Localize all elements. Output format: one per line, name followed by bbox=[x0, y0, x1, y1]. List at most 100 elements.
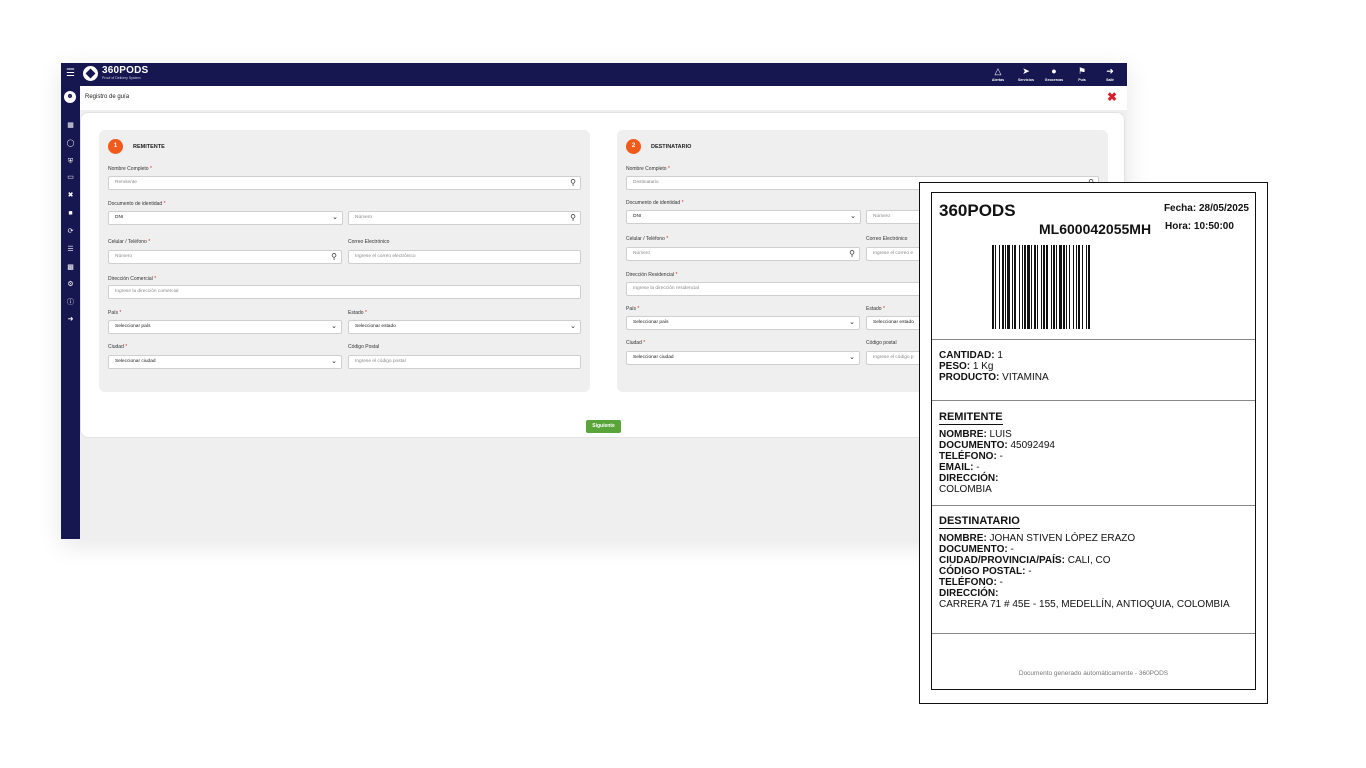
sender-address-label: Dirección Comercial * bbox=[108, 276, 157, 282]
barcode-bar bbox=[1073, 245, 1074, 329]
sender-heading: REMITENTE bbox=[939, 411, 1003, 425]
barcode-bar bbox=[1069, 245, 1070, 329]
sender-doc-label: Documento de identidad * bbox=[108, 201, 166, 207]
sender-country-select[interactable]: Seleccionar país ⌄ bbox=[108, 320, 342, 334]
logout-button[interactable]: ➜ Salir bbox=[1099, 65, 1121, 83]
map-pin-icon: ● bbox=[1051, 66, 1057, 76]
sender-state-select[interactable]: Seleccionar estado ⌄ bbox=[348, 320, 581, 334]
barcode-bar bbox=[1031, 245, 1032, 329]
top-actions: △ Alertas ➤ Servicios ● Geocercas ⚑ Puis… bbox=[987, 65, 1121, 83]
sender-phone-row: TELÉFONO: - bbox=[939, 451, 1003, 462]
search-icon[interactable]: ⚲ bbox=[849, 248, 855, 260]
dashboard-icon[interactable]: ▦ bbox=[65, 120, 76, 131]
info-icon[interactable]: ⓘ bbox=[65, 297, 76, 308]
recipient-city-select[interactable]: Seleccionar ciudad ⌄ bbox=[626, 351, 860, 365]
map-icon[interactable]: ▩ bbox=[65, 262, 76, 273]
sender-doc-type-select[interactable]: DNI ⌄ bbox=[108, 211, 343, 225]
recipient-phone-input[interactable]: Número ⚲ bbox=[626, 247, 860, 261]
chevron-down-icon: ⌄ bbox=[332, 214, 338, 221]
step-number: 2 bbox=[626, 139, 641, 154]
quantity-row: CANTIDAD: 1 bbox=[939, 350, 1003, 361]
barcode-bar bbox=[1041, 245, 1042, 329]
gear-icon[interactable]: ⚙ bbox=[65, 279, 76, 290]
sender-doc-number-input[interactable]: Número ⚲ bbox=[348, 211, 581, 225]
search-icon[interactable]: ⚲ bbox=[570, 212, 576, 224]
barcode-bar bbox=[995, 245, 996, 329]
chevron-down-icon: ⌄ bbox=[849, 354, 855, 361]
package-info: CANTIDAD: 1 PESO: 1 Kg PRODUCTO: VITAMIN… bbox=[939, 350, 1049, 383]
barcode-bar bbox=[1051, 245, 1052, 329]
recipient-doc-label: Documento de identidad * bbox=[626, 200, 684, 206]
step-title: DESTINATARIO bbox=[651, 143, 692, 150]
next-button[interactable]: Siguiente bbox=[586, 420, 621, 433]
search-icon[interactable]: ⚲ bbox=[570, 177, 576, 189]
chevron-down-icon: ⌄ bbox=[570, 323, 576, 330]
close-icon[interactable]: ✖ bbox=[1107, 90, 1117, 104]
monitor-icon[interactable]: ▭ bbox=[65, 172, 76, 183]
recipient-address-label: Dirección Residencial * bbox=[626, 272, 678, 278]
barcode-bar bbox=[1005, 245, 1006, 329]
brand-logo[interactable]: 360PODS Proof of Delivery System bbox=[83, 66, 148, 81]
barcode-bar bbox=[1002, 245, 1004, 329]
sender-phone-input[interactable]: Número ⚲ bbox=[108, 250, 342, 264]
barcode-bar bbox=[1019, 245, 1020, 329]
shield-icon[interactable]: ⛨ bbox=[65, 156, 76, 167]
sender-address-value: COLOMBIA bbox=[939, 484, 992, 495]
label-brand: 360PODS bbox=[939, 201, 1016, 220]
services-button[interactable]: ➤ Servicios bbox=[1015, 65, 1037, 83]
divider bbox=[932, 400, 1255, 401]
sender-address-input[interactable]: Ingrese la dirección comercial bbox=[108, 285, 581, 299]
truck-icon[interactable]: ■ bbox=[65, 208, 76, 219]
recipient-country-label: País * bbox=[626, 306, 640, 312]
sender-info: NOMBRE: LUIS DOCUMENTO: 45092494 TELÉFON… bbox=[939, 429, 1055, 495]
sender-panel: 1 REMITENTE Nombre Completo * Remitente ⚲… bbox=[99, 130, 590, 392]
brand-name: 360PODS bbox=[102, 65, 149, 76]
logo-icon bbox=[83, 66, 98, 81]
pois-button[interactable]: ⚑ Puis bbox=[1071, 65, 1093, 83]
divider bbox=[932, 505, 1255, 506]
barcode-bar bbox=[992, 245, 994, 329]
recipient-email-label: Correo Electrónico bbox=[866, 236, 908, 242]
sender-postal-input[interactable]: Ingrese el código postal bbox=[348, 355, 581, 369]
label-date: Fecha: 28/05/2025 bbox=[1163, 203, 1249, 214]
sender-city-select[interactable]: Seleccionar ciudad ⌄ bbox=[108, 355, 342, 369]
barcode-bar bbox=[1007, 245, 1010, 329]
barcode-bar bbox=[1037, 245, 1038, 329]
chevron-down-icon: ⌄ bbox=[331, 358, 337, 365]
recipient-postal-label: Código postal bbox=[866, 340, 897, 346]
shipping-label-frame: 360PODS Fecha: 28/05/2025 ML600042055MH … bbox=[931, 192, 1256, 690]
tools-icon[interactable]: ✖ bbox=[65, 190, 76, 201]
divider bbox=[932, 339, 1255, 340]
step-number: 1 bbox=[108, 139, 123, 154]
sender-country-label: País * bbox=[108, 310, 122, 316]
menu-icon[interactable]: ☰ bbox=[66, 68, 75, 80]
sender-name-row: NOMBRE: LUIS bbox=[939, 429, 1012, 440]
recipient-doc-type-select[interactable]: DNI ⌄ bbox=[626, 210, 861, 224]
globe-icon[interactable]: ◯ bbox=[65, 138, 76, 149]
sender-step-header: 1 REMITENTE bbox=[108, 139, 165, 154]
sender-phone-label: Celular / Teléfono * bbox=[108, 239, 151, 245]
list-icon[interactable]: ☰ bbox=[65, 244, 76, 255]
weight-row: PESO: 1 Kg bbox=[939, 361, 994, 372]
shipping-label: 360PODS Fecha: 28/05/2025 ML600042055MH … bbox=[919, 182, 1268, 704]
recipient-country-select[interactable]: Seleccionar país ⌄ bbox=[626, 316, 860, 330]
exit-icon[interactable]: ➜ bbox=[65, 314, 76, 325]
avatar[interactable]: ☻ bbox=[64, 91, 76, 103]
refresh-icon[interactable]: ⟳ bbox=[65, 226, 76, 237]
page-title: Registro de guía bbox=[85, 94, 130, 100]
product-row: PRODUCTO: VITAMINA bbox=[939, 372, 1049, 383]
page-header: Registro de guía ✖ bbox=[80, 86, 1127, 110]
chevron-down-icon: ⌄ bbox=[850, 213, 856, 220]
geofences-button[interactable]: ● Geocercas bbox=[1043, 65, 1065, 83]
search-icon[interactable]: ⚲ bbox=[331, 251, 337, 263]
sender-email-input[interactable]: Ingrese el correo electrónico bbox=[348, 250, 581, 264]
alerts-button[interactable]: △ Alertas bbox=[987, 65, 1009, 83]
divider bbox=[932, 633, 1255, 634]
sender-email-row: EMAIL: - bbox=[939, 462, 980, 473]
barcode-bar bbox=[1024, 245, 1026, 329]
recipient-info: NOMBRE: JOHAN STIVEN LÓPEZ ERAZO DOCUMEN… bbox=[939, 533, 1230, 610]
sender-email-label: Correo Electrónico bbox=[348, 239, 390, 245]
sender-name-input[interactable]: Remitente ⚲ bbox=[108, 176, 581, 190]
sidebar: ☻ ▦ ◯ ⛨ ▭ ✖ ■ ⟳ ☰ ▩ ⚙ ⓘ ➜ bbox=[61, 86, 80, 539]
barcode-bar bbox=[1053, 245, 1055, 329]
